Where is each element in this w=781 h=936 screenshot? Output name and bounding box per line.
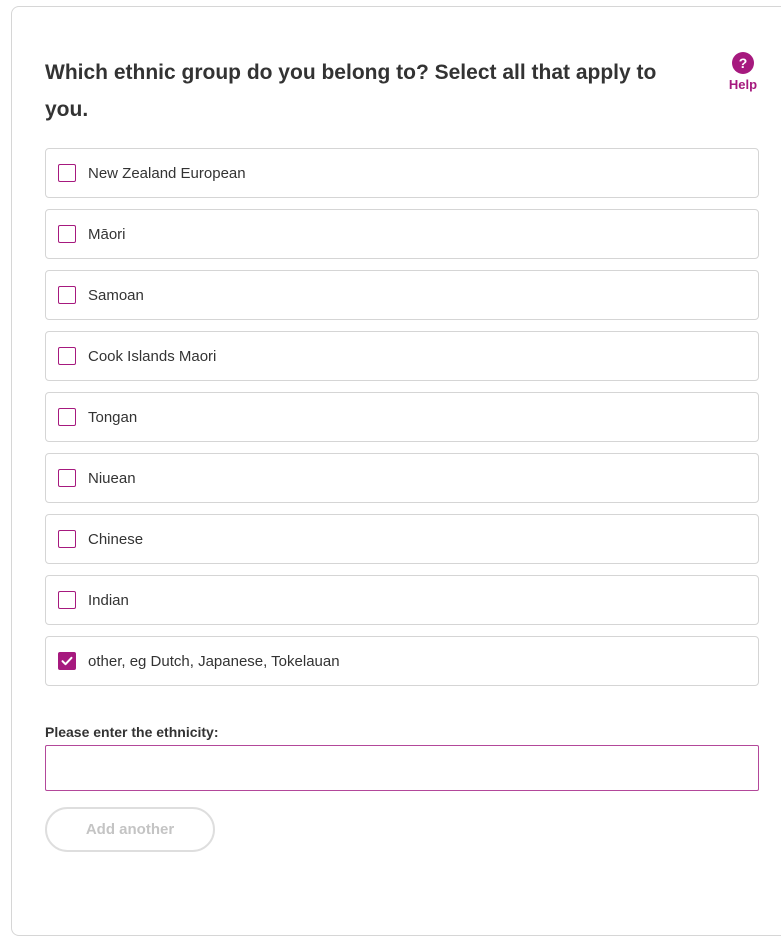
checkbox[interactable] [58,530,76,548]
help-label: Help [728,77,758,92]
option-label: New Zealand European [88,164,246,182]
help-icon: ? [732,52,754,74]
option-label: Māori [88,225,126,243]
option-label: Samoan [88,286,144,304]
checkbox[interactable] [58,347,76,365]
checkbox[interactable] [58,225,76,243]
option-label: Indian [88,591,129,609]
ethnicity-field-label: Please enter the ethnicity: [45,724,219,740]
option-indian[interactable]: Indian [45,575,759,625]
option-tongan[interactable]: Tongan [45,392,759,442]
option-label: Cook Islands Maori [88,347,217,365]
checkbox-checked[interactable] [58,652,76,670]
option-chinese[interactable]: Chinese [45,514,759,564]
checkbox[interactable] [58,591,76,609]
option-label: Chinese [88,530,144,548]
checkmark-icon [61,656,73,666]
ethnicity-options: New Zealand European Māori Samoan Cook I… [45,148,759,697]
help-button[interactable]: ? Help [723,52,763,92]
option-label: Niuean [88,469,136,487]
checkbox[interactable] [58,286,76,304]
checkbox[interactable] [58,164,76,182]
option-other[interactable]: other, eg Dutch, Japanese, Tokelauan [45,636,759,686]
option-label: Tongan [88,408,138,426]
checkbox[interactable] [58,408,76,426]
add-another-button[interactable]: Add another [45,807,215,852]
option-niuean[interactable]: Niuean [45,453,759,503]
option-cook-islands-maori[interactable]: Cook Islands Maori [45,331,759,381]
question-title: Which ethnic group do you belong to? Sel… [45,61,657,121]
option-new-zealand-european[interactable]: New Zealand European [45,148,759,198]
option-label: other, eg Dutch, Japanese, Tokelauan [88,652,340,670]
checkbox[interactable] [58,469,76,487]
ethnicity-input[interactable] [45,745,759,791]
option-maori[interactable]: Māori [45,209,759,259]
option-samoan[interactable]: Samoan [45,270,759,320]
